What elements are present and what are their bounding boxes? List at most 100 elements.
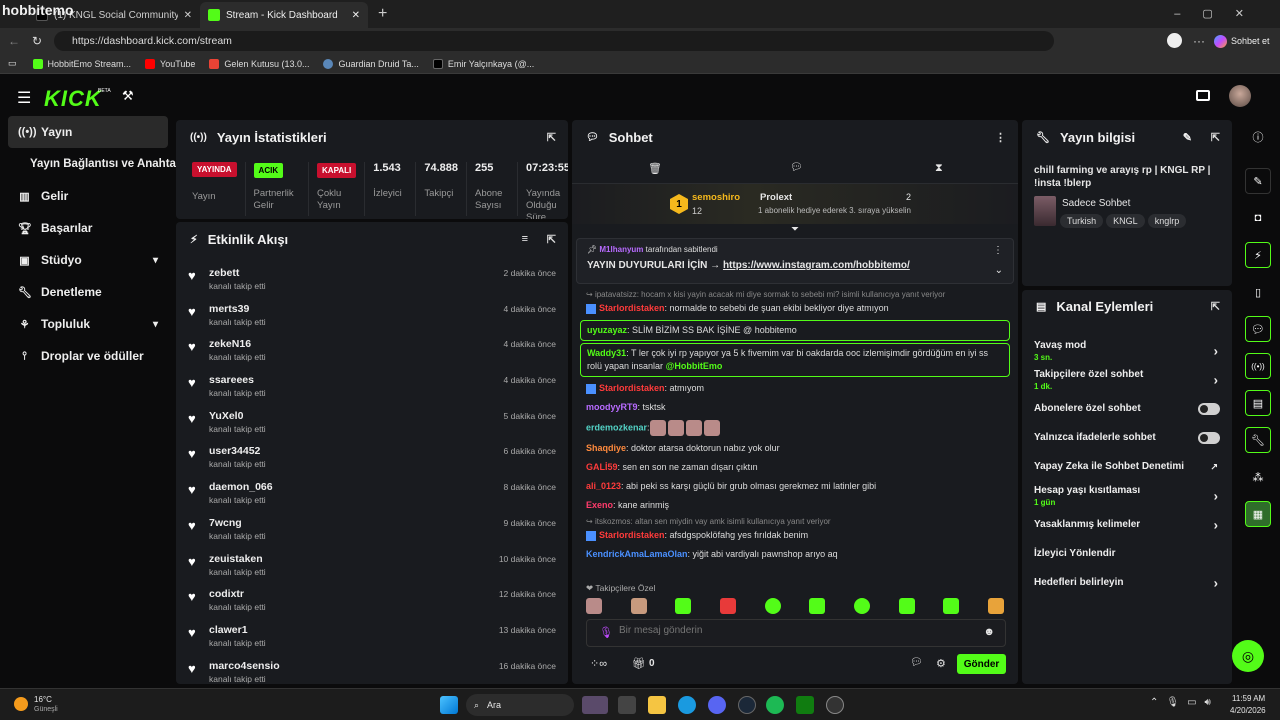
- menu-icon[interactable]: ☰: [17, 88, 31, 108]
- channel-action-row[interactable]: Yalnızca ifadelerle sohbet: [1022, 423, 1232, 452]
- bookmark-item[interactable]: Guardian Druid Ta...: [323, 58, 419, 69]
- toggle-switch[interactable]: [1198, 402, 1220, 415]
- bolt-icon[interactable]: ⚡︎: [1245, 242, 1271, 268]
- emote[interactable]: [586, 598, 602, 614]
- chat-mention[interactable]: @HobbitEmo: [666, 361, 723, 371]
- edit-icon[interactable]: ✎: [1183, 131, 1192, 144]
- sidebar-item-studyo[interactable]: ▣ Stüdyo ▾: [0, 244, 174, 276]
- trash-icon[interactable]: 🗑︎: [648, 162, 662, 175]
- follower-name[interactable]: zekeN16: [209, 338, 266, 350]
- emote[interactable]: [809, 598, 826, 614]
- channel-action-row[interactable]: Abonelere özel sohbet: [1022, 394, 1232, 423]
- bookmark-item[interactable]: Gelen Kutusu (13.0...: [209, 58, 309, 69]
- new-tab-button[interactable]: +: [378, 5, 387, 23]
- dashboard-icon[interactable]: [1196, 90, 1210, 101]
- emote[interactable]: [853, 598, 870, 614]
- chat-username[interactable]: Starlordistaken: [599, 530, 665, 540]
- channel-action-row[interactable]: İzleyici Yönlendir: [1022, 539, 1232, 568]
- sidebar-item-basarilar[interactable]: 🏆︎ Başarılar: [0, 212, 174, 244]
- emote-bar[interactable]: [586, 598, 1006, 614]
- chat-message[interactable]: Starlordistaken: afsdgspoklöfahg yes fır…: [572, 526, 1018, 545]
- chat-message[interactable]: moodyyRT9: tsktsk: [572, 398, 1018, 417]
- sidebar-item-topluluk[interactable]: ⚘ Topluluk ▾: [0, 308, 174, 340]
- follower-name[interactable]: user34452: [209, 445, 266, 457]
- close-icon[interactable]: ✕: [184, 10, 192, 21]
- xbox-icon[interactable]: [796, 696, 814, 714]
- sidebar-item-stream-key[interactable]: Yayın Bağlantısı ve Anahtarı: [0, 148, 184, 180]
- wrench-icon[interactable]: 🔧︎: [1245, 427, 1271, 453]
- emote[interactable]: [764, 598, 781, 614]
- popout-icon[interactable]: ⇱: [547, 131, 556, 144]
- channel-action-row[interactable]: Takipçilere özel sohbet 1 dk. ›: [1022, 365, 1232, 394]
- chat-message[interactable]: Starlordistaken: normalde to sebebi de ş…: [572, 299, 1018, 318]
- tray-icons[interactable]: ⌃🎙︎▭🔊︎: [1150, 697, 1219, 708]
- popout-icon[interactable]: ⇱: [1211, 131, 1220, 144]
- gear-icon[interactable]: ⚙: [936, 657, 946, 670]
- obs-icon[interactable]: [826, 696, 844, 714]
- avatar[interactable]: [1229, 85, 1251, 107]
- sidebar-item-yayin[interactable]: ((•)) Yayın: [8, 116, 168, 148]
- emote[interactable]: [630, 598, 647, 614]
- chat-username[interactable]: erdemozkenar: [586, 422, 647, 432]
- mic-icon[interactable]: 🎙︎: [599, 626, 613, 639]
- discord-icon[interactable]: [708, 696, 726, 714]
- chat-username[interactable]: Starlordistaken: [599, 383, 665, 393]
- emote[interactable]: [943, 598, 960, 614]
- spotify-icon[interactable]: [766, 696, 784, 714]
- sidebar-item-gelir[interactable]: ▥ Gelir: [0, 180, 174, 212]
- send-button[interactable]: Gönder: [957, 654, 1006, 674]
- chevron-down-icon[interactable]: ⌄: [995, 265, 1003, 276]
- browser-tab-kick[interactable]: Stream - Kick Dashboard ✕: [200, 2, 368, 28]
- start-icon[interactable]: [440, 696, 458, 714]
- url-field[interactable]: https://dashboard.kick.com/stream: [54, 31, 1054, 51]
- follower-name[interactable]: marco4sensio: [209, 660, 280, 672]
- profile-icon[interactable]: [1167, 33, 1182, 48]
- pinned-link[interactable]: https://www.instagram.com/hobbitemo/: [723, 260, 910, 271]
- follower-name[interactable]: 7wcng: [209, 517, 266, 529]
- popout-icon[interactable]: ⇱: [547, 233, 556, 246]
- sidebar-item-denetleme[interactable]: 🔧︎ Denetleme: [0, 276, 174, 308]
- chat-message[interactable]: erdemozkenar:: [572, 417, 1018, 439]
- gift-icon[interactable]: 🎁︎: [632, 657, 646, 670]
- channel-action-row[interactable]: Yapay Zeka ile Sohbet Denetimi ↗: [1022, 452, 1232, 481]
- chat-username[interactable]: Exeno: [586, 500, 613, 510]
- back-icon[interactable]: ←: [8, 34, 20, 48]
- hourglass-icon[interactable]: ⧗: [935, 162, 943, 175]
- chat-message[interactable]: Shaqdiye: doktor atarsa doktorun nabız y…: [572, 439, 1018, 458]
- folder-icon[interactable]: [648, 696, 666, 714]
- pinned-message[interactable]: 📌︎ M1lhanyum tarafından sabitlendi YAYIN…: [576, 238, 1014, 284]
- chat-username[interactable]: ali_0123: [586, 481, 621, 491]
- pencil-icon[interactable]: ✎: [1245, 168, 1271, 194]
- channel-action-row[interactable]: Hedefleri belirleyin ›: [1022, 568, 1232, 597]
- follower-name[interactable]: clawer1: [209, 624, 266, 636]
- emote[interactable]: [987, 598, 1004, 614]
- chat-message[interactable]: ali_0123: abi peki ss karşı güçlü bir gr…: [572, 477, 1018, 496]
- follower-name[interactable]: daemon_066: [209, 481, 273, 493]
- follower-name[interactable]: zebett: [209, 267, 266, 279]
- copilot-button[interactable]: Sohbet et: [1214, 31, 1270, 51]
- actions-icon[interactable]: ▤: [1245, 390, 1271, 416]
- drops-icon[interactable]: ⁂: [1245, 464, 1271, 490]
- bookmark-item[interactable]: HobbitEmo Stream...: [32, 58, 131, 69]
- clipboard-icon[interactable]: ▯: [1245, 279, 1271, 305]
- steam-icon[interactable]: [738, 696, 756, 714]
- follower-name[interactable]: merts39: [209, 303, 266, 315]
- close-icon[interactable]: ✕: [352, 10, 360, 21]
- emoji-icon[interactable]: ☻: [983, 626, 995, 638]
- emote[interactable]: [898, 598, 915, 614]
- follower-name[interactable]: ssareees: [209, 374, 266, 386]
- chat-bubble-icon[interactable]: 💬︎: [790, 162, 803, 173]
- info-icon[interactable]: ⓘ: [1245, 124, 1271, 150]
- chat-message[interactable]: KendrickAmaLamaOlan: yiğit abi vardiyalı…: [572, 545, 1018, 564]
- chat-username[interactable]: Shaqdiye: [586, 443, 626, 453]
- sidebar-item-droplar[interactable]: ⫯ Droplar ve ödüller: [0, 340, 174, 372]
- tag-chip[interactable]: Turkish: [1060, 214, 1104, 228]
- search-box[interactable]: ⌕ Ara: [466, 694, 574, 716]
- camera-icon[interactable]: ◘: [1245, 205, 1271, 231]
- more-icon[interactable]: ···: [1193, 34, 1205, 48]
- channel-action-row[interactable]: Yavaş mod 3 sn. ›: [1022, 336, 1232, 365]
- chat-icon[interactable]: 💬︎: [1245, 316, 1271, 342]
- tag-chip[interactable]: knglrp: [1147, 214, 1187, 228]
- channel-action-row[interactable]: Yasaklanmış kelimeler ›: [1022, 510, 1232, 539]
- channel-action-row[interactable]: Hesap yaşı kısıtlaması 1 gün ›: [1022, 481, 1232, 510]
